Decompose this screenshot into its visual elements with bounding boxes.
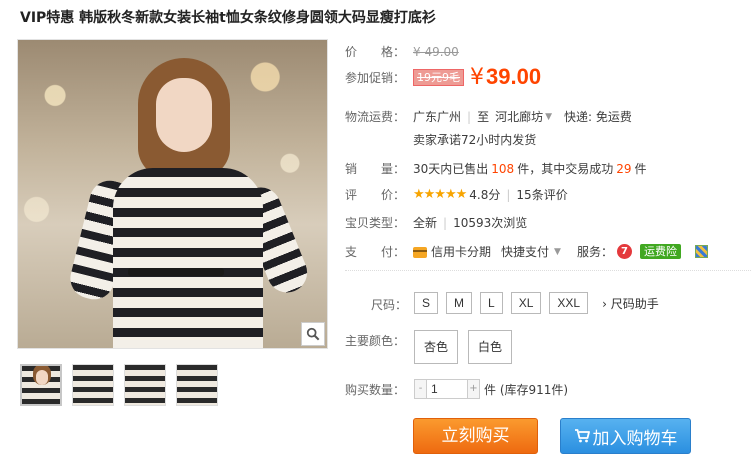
thumbnail-strip [20, 364, 218, 406]
size-option-l[interactable]: L [480, 292, 503, 314]
service-label: 服务： [576, 245, 613, 259]
buy-now-button[interactable]: 立刻购买 [413, 418, 538, 454]
promo-row: 参加促销： 19元9毛 ¥ 39.00 [345, 64, 541, 90]
rating-label: 评 价： [345, 188, 406, 202]
thumbnail-1[interactable] [20, 364, 62, 406]
ship-from: 广东广州 [413, 110, 462, 124]
add-to-cart-button[interactable]: 加入购物车 [560, 418, 691, 454]
sales-row: 销 量： 30天内已售出 108 件，其中交易成功 29 件 [345, 160, 647, 177]
color-options: 杏色 白色 [414, 330, 513, 364]
chevron-down-icon[interactable]: ▼ [554, 247, 561, 257]
ship-to-selector[interactable]: 河北廊坊 [495, 108, 543, 125]
success-count: 29 [616, 161, 632, 176]
shipping-insurance-badge[interactable]: 运费险 [639, 244, 681, 259]
quantity-input[interactable] [427, 379, 467, 399]
quick-pay-link[interactable]: 快捷支付 [501, 243, 549, 260]
zoom-button[interactable] [301, 322, 325, 346]
service-plaid-icon[interactable] [694, 245, 708, 258]
sales-text-1: 30天内已售出 [413, 162, 489, 176]
separator: | [467, 109, 472, 124]
divider [345, 270, 751, 271]
shipping-fee: 快递: 免运费 [564, 110, 632, 124]
original-price: ¥ 49.00 [413, 44, 459, 59]
size-options: S M L XL XXL › 尺码助手 [414, 292, 659, 314]
model-face [156, 78, 212, 152]
stock-info: 件 (库存911件) [484, 382, 569, 397]
size-helper-label: 尺码助手 [610, 296, 659, 311]
sold-count: 108 [491, 161, 515, 176]
credit-card-icon [413, 247, 427, 258]
price-row: 价 格： ¥ 49.00 [345, 43, 459, 60]
size-option-m[interactable]: M [446, 292, 473, 314]
shipping-row: 物流运费： 广东广州 | 至 河北廊坊 ▼ 快递: 免运费 [345, 108, 632, 125]
cart-icon [574, 429, 590, 443]
size-helper-link[interactable]: › 尺码助手 [602, 295, 659, 312]
chevron-right-icon: › [602, 296, 607, 311]
size-option-xl[interactable]: XL [510, 292, 542, 314]
color-option-white[interactable]: 白色 [468, 330, 513, 364]
product-title: VIP特惠 韩版秋冬新款女装长袖t恤女条纹修身圆领大码显瘦打底衫 [20, 10, 436, 26]
payment-row: 支 付： 信用卡分期 快捷支付 ▼ 服务： 7 运费险 [345, 243, 708, 260]
separator: | [506, 187, 511, 202]
size-label: 尺码： [371, 298, 408, 312]
sales-text-2: 件，其中交易成功 [517, 162, 614, 176]
shipping-promise: 卖家承诺72小时内发货 [413, 133, 537, 147]
product-main-image[interactable] [17, 39, 328, 349]
payment-label: 支 付： [345, 245, 406, 259]
currency-sign: ¥ [470, 64, 484, 90]
separator: | [443, 215, 448, 230]
promo-price: 39.00 [486, 64, 542, 89]
color-label: 主要颜色： [345, 334, 406, 348]
quantity-increase-button[interactable]: + [467, 379, 480, 399]
rating-score: 4.8分 [469, 188, 501, 202]
star-rating-icon: ★★★★★ [413, 187, 467, 202]
quantity-stepper: - + 件 (库存911件) [414, 379, 568, 399]
quantity-decrease-button[interactable]: - [414, 379, 427, 399]
thumbnail-4[interactable] [176, 364, 218, 406]
review-count-link[interactable]: 15条评价 [516, 186, 567, 203]
credit-installment-link[interactable]: 信用卡分期 [431, 243, 491, 260]
sales-label: 销 量： [345, 162, 406, 176]
item-type-row: 宝贝类型： 全新 | 10593次浏览 [345, 214, 527, 231]
size-option-xxl[interactable]: XXL [549, 292, 589, 314]
seven-day-return-icon[interactable]: 7 [616, 244, 632, 259]
item-type-label: 宝贝类型： [345, 216, 406, 230]
belt [128, 268, 224, 276]
shipping-label: 物流运费： [345, 110, 406, 124]
thumbnail-2[interactable] [72, 364, 114, 406]
sales-text-3: 件 [634, 162, 647, 176]
view-count: 10593次浏览 [453, 216, 528, 230]
chevron-down-icon[interactable]: ▼ [545, 112, 552, 122]
color-option-apricot[interactable]: 杏色 [414, 330, 459, 364]
price-label: 价 格： [345, 45, 406, 59]
ship-to-prefix: 至 [477, 110, 490, 124]
item-condition: 全新 [413, 216, 438, 230]
promo-badge: 19元9毛 [413, 68, 464, 86]
striped-shirt [113, 168, 263, 348]
add-to-cart-label: 加入购物车 [592, 428, 678, 449]
magnifier-icon [306, 327, 320, 341]
quantity-label: 购买数量： [345, 383, 406, 397]
promo-label: 参加促销： [345, 70, 406, 85]
shipping-promise-row: 卖家承诺72小时内发货 [413, 131, 536, 148]
thumbnail-3[interactable] [124, 364, 166, 406]
rating-row: 评 价： ★★★★★ 4.8分 | 15条评价 [345, 186, 568, 203]
size-option-s[interactable]: S [414, 292, 439, 314]
